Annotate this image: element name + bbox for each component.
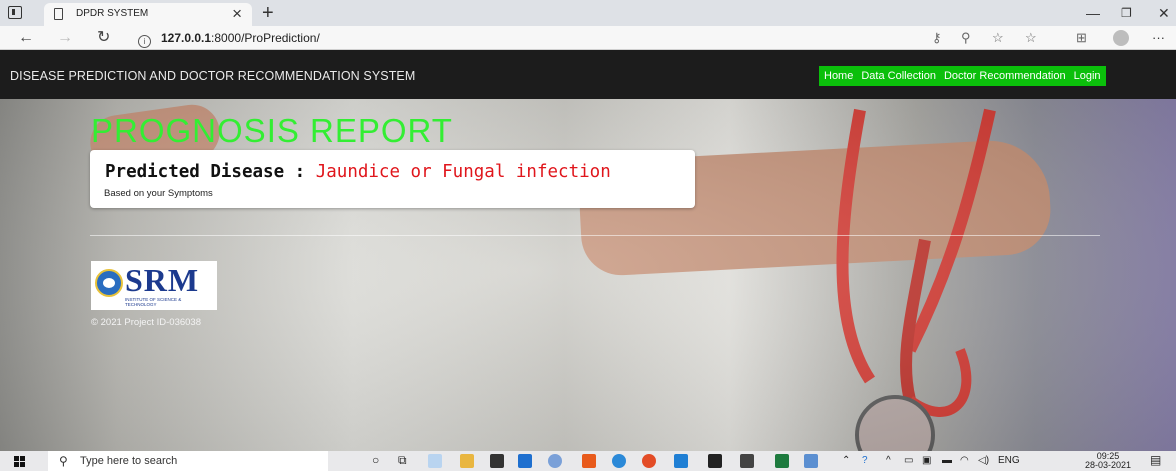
url-host: 127.0.0.1 <box>161 31 212 45</box>
clock-date: 28-03-2021 <box>1085 460 1132 470</box>
excel-icon[interactable] <box>775 454 789 468</box>
site-navbar: DISEASE PREDICTION AND DOCTOR RECOMMENDA… <box>0 50 1176 99</box>
predicted-disease-label: Predicted Disease : <box>105 162 316 182</box>
taskbar-search-placeholder: Type here to search <box>80 455 178 467</box>
copyright-text: © 2021 Project ID-036038 <box>91 317 201 328</box>
app-icon[interactable] <box>804 454 818 468</box>
display-icon[interactable]: ▣ <box>922 455 931 466</box>
address-bar[interactable]: i 127.0.0.1:8000/ProPrediction/ <box>138 29 320 48</box>
nav-link-login[interactable]: Login <box>1070 66 1105 86</box>
tab-title: DPDR SYSTEM <box>76 8 149 19</box>
collections-icon[interactable]: ⊞ <box>1076 29 1087 47</box>
srm-logo-text: SRM <box>125 262 200 298</box>
page-content: DISEASE PREDICTION AND DOCTOR RECOMMENDA… <box>0 50 1176 451</box>
divider <box>90 235 1100 236</box>
srm-logo: SRM INSTITUTE OF SCIENCE & TECHNOLOGY <box>91 261 217 310</box>
language-indicator[interactable]: ENG <box>998 455 1020 466</box>
favorite-add-icon[interactable]: ☆ <box>992 29 1004 47</box>
nav-link-doctor-recommendation[interactable]: Doctor Recommendation <box>940 66 1070 86</box>
tab-actions-icon[interactable] <box>8 6 22 19</box>
url-path: :8000/ProPrediction/ <box>211 31 320 45</box>
profile-icon[interactable] <box>1113 30 1129 46</box>
srm-emblem-icon <box>95 269 123 297</box>
info-icon[interactable]: i <box>138 35 151 48</box>
file-explorer-icon[interactable] <box>460 454 474 468</box>
infinity-app-icon[interactable] <box>548 454 562 468</box>
site-brand[interactable]: DISEASE PREDICTION AND DOCTOR RECOMMENDA… <box>10 69 415 83</box>
browser-tab[interactable]: DPDR SYSTEM × <box>44 3 252 26</box>
prediction-card: Predicted Disease : Jaundice or Fungal i… <box>90 150 695 208</box>
help-icon[interactable]: ? <box>862 455 868 466</box>
taskbar-search[interactable]: ⚲ Type here to search <box>48 451 328 471</box>
address-toolbar: ← → ↻ i 127.0.0.1:8000/ProPrediction/ ⚷ ⚲… <box>0 26 1176 50</box>
edge-icon[interactable] <box>612 454 626 468</box>
volume-icon[interactable]: ◁) <box>978 455 989 466</box>
report-title: PROGNOSIS REPORT <box>91 112 453 149</box>
page-icon <box>54 8 63 20</box>
terminal-icon[interactable] <box>708 454 722 468</box>
refresh-icon[interactable]: ↻ <box>97 27 110 49</box>
nav-link-home[interactable]: Home <box>820 66 857 86</box>
tab-close-button[interactable]: × <box>232 4 242 24</box>
prediction-subtitle: Based on your Symptoms <box>104 188 213 199</box>
favorites-icon[interactable]: ☆ <box>1025 29 1037 47</box>
key-icon[interactable]: ⚷ <box>932 29 942 47</box>
nav-menu: Home Data Collection Doctor Recommendati… <box>819 66 1106 86</box>
forward-arrow-icon[interactable]: → <box>57 27 73 49</box>
back-arrow-icon[interactable]: ← <box>18 27 34 49</box>
cortana-icon[interactable]: ○ <box>372 453 379 467</box>
mail-icon[interactable] <box>518 454 532 468</box>
background-overlay <box>0 50 1176 451</box>
search-icon: ⚲ <box>59 454 68 468</box>
windows-start-icon[interactable] <box>14 456 26 467</box>
store-icon[interactable] <box>490 454 504 468</box>
weather-icon[interactable] <box>428 454 442 468</box>
chrome-icon[interactable] <box>642 454 656 468</box>
chevron-up-icon[interactable]: ^ <box>886 455 891 466</box>
nav-link-data-collection[interactable]: Data Collection <box>857 66 940 86</box>
console-icon[interactable] <box>740 454 754 468</box>
browser-tab-bar: DPDR SYSTEM × + — ❐ ✕ <box>0 0 1176 26</box>
meet-icon[interactable]: ▬ <box>942 455 952 466</box>
wifi-icon[interactable]: ◠ <box>960 455 969 466</box>
predicted-disease-value: Jaundice or Fungal infection <box>315 162 611 182</box>
vscode-icon[interactable] <box>674 454 688 468</box>
window-close-button[interactable]: ✕ <box>1158 0 1170 26</box>
restore-button[interactable]: ❐ <box>1121 0 1132 26</box>
task-view-icon[interactable]: ⧉ <box>398 453 407 468</box>
zoom-icon[interactable]: ⚲ <box>961 29 971 47</box>
minimize-button[interactable]: — <box>1086 0 1100 26</box>
notifications-icon[interactable]: ▤ <box>1150 453 1161 467</box>
windows-taskbar: ⚲ Type here to search ○ ⧉ ⌃ ? ^ ▭ ▣ ▬ ◠ … <box>0 451 1176 471</box>
tray-overflow-icon[interactable]: ⌃ <box>842 455 850 466</box>
srm-logo-subtext: INSTITUTE OF SCIENCE & TECHNOLOGY <box>125 297 182 307</box>
battery-icon[interactable]: ▭ <box>904 455 913 466</box>
taskbar-clock[interactable]: 09:25 28-03-2021 <box>1085 452 1131 470</box>
more-icon[interactable]: ··· <box>1152 29 1165 47</box>
office-icon[interactable] <box>582 454 596 468</box>
new-tab-button[interactable]: + <box>262 0 274 26</box>
